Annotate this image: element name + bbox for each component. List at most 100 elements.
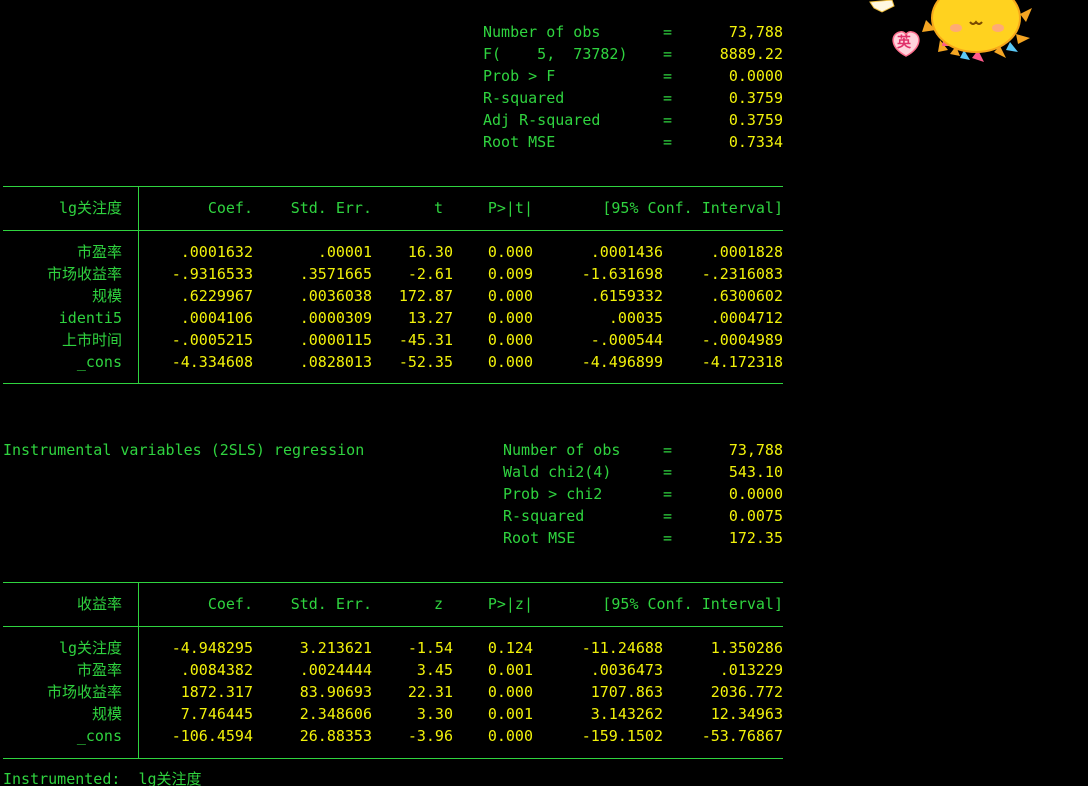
table-cell-p: 0.000 bbox=[487, 683, 533, 701]
stat-equals: = bbox=[663, 89, 673, 107]
stat-label: R-squared bbox=[503, 507, 585, 525]
table-cell-lo: .0036473 bbox=[590, 661, 663, 679]
stat-equals: = bbox=[663, 133, 673, 151]
sticker-badge-text: 英 bbox=[897, 35, 911, 51]
stat-equals: = bbox=[663, 507, 673, 525]
ols-table-header-rule bbox=[3, 230, 783, 231]
iv-regression-title: Instrumental variables (2SLS) regression bbox=[3, 441, 365, 459]
table-cell-lo: -11.24688 bbox=[581, 639, 663, 657]
table-cell-coef: .6229967 bbox=[180, 287, 253, 305]
stat-label: Adj R-squared bbox=[483, 111, 601, 129]
table-cell-p: 0.124 bbox=[487, 639, 533, 657]
stat-label: Prob > F bbox=[483, 67, 556, 85]
row-variable-label: _cons bbox=[76, 353, 122, 371]
table-cell-hi: -.2316083 bbox=[701, 265, 783, 283]
table-cell-hi: .0004712 bbox=[710, 309, 783, 327]
stat-equals: = bbox=[663, 463, 673, 481]
table-cell-p: 0.001 bbox=[487, 661, 533, 679]
table-cell-hi: 1.350286 bbox=[710, 639, 783, 657]
table-cell-lo: .00035 bbox=[608, 309, 663, 327]
row-variable-label: 规模 bbox=[91, 705, 122, 723]
table-cell-hi: 12.34963 bbox=[710, 705, 783, 723]
row-variable-label: 市场收益率 bbox=[46, 683, 122, 701]
stat-equals: = bbox=[663, 111, 673, 129]
table-cell-lo: -4.496899 bbox=[581, 353, 663, 371]
column-header: P>|t| bbox=[487, 199, 533, 217]
table-cell-hi: -.0004989 bbox=[701, 331, 783, 349]
table-cell-coef: 1872.317 bbox=[180, 683, 253, 701]
row-variable-label: lg关注度 bbox=[58, 639, 122, 657]
stat-value: 73,788 bbox=[728, 441, 783, 459]
stat-label: Root MSE bbox=[503, 529, 576, 547]
stat-value: 543.10 bbox=[728, 463, 783, 481]
table-cell-coef: .0004106 bbox=[180, 309, 253, 327]
iv-table-bottom-rule bbox=[3, 758, 783, 759]
table-cell-p: 0.000 bbox=[487, 287, 533, 305]
table-cell-lo: -159.1502 bbox=[581, 727, 663, 745]
table-cell-hi: .6300602 bbox=[710, 287, 783, 305]
row-variable-label: 市场收益率 bbox=[46, 265, 122, 283]
stat-label: Number of obs bbox=[503, 441, 621, 459]
row-variable-label: 市盈率 bbox=[76, 243, 122, 261]
column-header: [95% Conf. Interval] bbox=[602, 199, 783, 217]
row-variable-label: 上市时间 bbox=[61, 331, 122, 349]
stat-label: Prob > chi2 bbox=[503, 485, 603, 503]
instrumented-line: Instrumented: lg关注度 bbox=[3, 770, 202, 786]
stat-label: Root MSE bbox=[483, 133, 556, 151]
ols-table-bottom-rule bbox=[3, 383, 783, 384]
table-cell-hi: -53.76867 bbox=[701, 727, 783, 745]
table-cell-coef: -106.4594 bbox=[171, 727, 253, 745]
sun-sticker-graphic bbox=[869, 0, 1032, 62]
table-cell-hi: 2036.772 bbox=[710, 683, 783, 701]
stat-value: 0.3759 bbox=[728, 111, 783, 129]
table-cell-p: 0.000 bbox=[487, 243, 533, 261]
table-cell-lo: -1.631698 bbox=[581, 265, 663, 283]
table-cell-p: 0.009 bbox=[487, 265, 533, 283]
table-cell-p: 0.000 bbox=[487, 353, 533, 371]
table-cell-p: 0.001 bbox=[487, 705, 533, 723]
row-variable-label: 市盈率 bbox=[76, 661, 122, 679]
stat-label: F( 5, 73782) bbox=[483, 45, 628, 63]
sun-sticker-icon: 英 bbox=[860, 0, 1040, 70]
table-cell-lo: .0001436 bbox=[590, 243, 663, 261]
stat-label: R-squared bbox=[483, 89, 565, 107]
stat-value: 0.0075 bbox=[728, 507, 783, 525]
stat-value: 0.0000 bbox=[728, 485, 783, 503]
row-variable-label: 规模 bbox=[91, 287, 122, 305]
stat-value: 172.35 bbox=[728, 529, 783, 547]
table-cell-lo: 1707.863 bbox=[590, 683, 663, 701]
table-cell-coef: .0084382 bbox=[180, 661, 253, 679]
column-header: P>|z| bbox=[487, 595, 533, 613]
stat-value: 0.7334 bbox=[728, 133, 783, 151]
stat-equals: = bbox=[663, 485, 673, 503]
stat-value: 0.0000 bbox=[728, 67, 783, 85]
table-cell-lo: -.000544 bbox=[590, 331, 663, 349]
iv-table-header-rule bbox=[3, 626, 783, 627]
table-cell-p: 0.000 bbox=[487, 309, 533, 327]
stat-value: 8889.22 bbox=[719, 45, 783, 63]
table-cell-lo: 3.143262 bbox=[590, 705, 663, 723]
stat-value: 0.3759 bbox=[728, 89, 783, 107]
table-cell-coef: 7.746445 bbox=[180, 705, 253, 723]
table-cell-coef: -.0005215 bbox=[171, 331, 253, 349]
table-cell-hi: -4.172318 bbox=[701, 353, 783, 371]
row-variable-label: identi5 bbox=[58, 309, 122, 327]
table-cell-lo: .6159332 bbox=[590, 287, 663, 305]
iv-table-top-rule bbox=[3, 582, 783, 583]
table-cell-coef: -4.948295 bbox=[171, 639, 253, 657]
table-cell-hi: .0001828 bbox=[710, 243, 783, 261]
stat-equals: = bbox=[663, 67, 673, 85]
table-cell-hi: .013229 bbox=[719, 661, 783, 679]
table-cell-coef: -4.334608 bbox=[171, 353, 253, 371]
stat-equals: = bbox=[663, 529, 673, 547]
table-cell-p: 0.000 bbox=[487, 331, 533, 349]
stat-equals: = bbox=[663, 441, 673, 459]
row-variable-label: _cons bbox=[76, 727, 122, 745]
stat-label: Wald chi2(4) bbox=[503, 463, 612, 481]
stat-label: Number of obs bbox=[483, 23, 601, 41]
ols-table-top-rule bbox=[3, 186, 783, 187]
stat-equals: = bbox=[663, 45, 673, 63]
stat-equals: = bbox=[663, 23, 673, 41]
table-cell-coef: .0001632 bbox=[180, 243, 253, 261]
column-header: [95% Conf. Interval] bbox=[602, 595, 783, 613]
